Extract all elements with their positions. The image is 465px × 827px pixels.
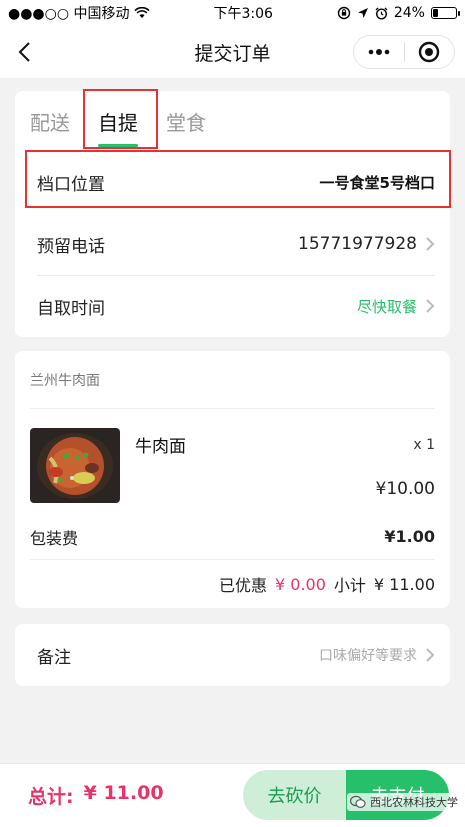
location-arrow-icon (357, 8, 368, 18)
discount-value: ¥ 0.00 (275, 574, 326, 594)
phone-row[interactable]: 预留电话 15771977928 (15, 213, 450, 275)
more-button[interactable] (354, 36, 404, 68)
battery-percent: 24% (393, 5, 425, 21)
packing-fee-label: 包装费 (30, 528, 79, 548)
total-label: 总计: (28, 786, 74, 808)
more-dots-icon (368, 49, 390, 55)
delivery-tabs: 配送 自提 堂食 (15, 91, 450, 151)
rotation-lock-icon (337, 6, 351, 20)
pickup-time-row[interactable]: 自取时间 尽快取餐 (15, 275, 450, 337)
carrier-label: ●●●○○ 中国移动 (8, 6, 130, 22)
pickup-time-value-wrap: 尽快取餐 (357, 296, 435, 317)
pickup-time-label: 自取时间 (37, 298, 105, 319)
item-image (30, 428, 120, 503)
battery-icon (430, 7, 460, 19)
page-title: 提交订单 (194, 42, 271, 65)
subtotal-value: ¥ 11.00 (373, 574, 435, 594)
item-price: ¥10.00 (375, 479, 435, 499)
watermark-text: 西北农林科技大学 (370, 796, 458, 809)
packing-fee-row: 包装费 ¥1.00 (30, 514, 435, 560)
order-card: 兰州牛肉面 牛肉面 x 1 ¥10.00 包装费 ¥1.00 已优惠 ¥ 0.0… (15, 351, 450, 608)
item-quantity: x 1 (413, 437, 435, 453)
phone-label: 预留电话 (37, 236, 105, 257)
wechat-logo-icon (350, 795, 366, 808)
chevron-right-icon (426, 648, 435, 662)
chevron-right-icon (426, 299, 435, 313)
packing-fee-price: ¥1.00 (384, 527, 435, 546)
status-left: ●●●○○ 中国移动 (8, 3, 150, 23)
phone-value: 15771977928 (298, 234, 417, 254)
tab-dine-in[interactable]: 堂食 (166, 91, 206, 151)
order-summary: 已优惠 ¥ 0.00 小计 ¥ 11.00 (30, 560, 435, 608)
alarm-icon (375, 7, 388, 20)
remark-row[interactable]: 备注 口味偏好等要求 (15, 624, 450, 686)
nav-bar: 提交订单 (0, 26, 465, 78)
pickup-time-value: 尽快取餐 (356, 297, 417, 316)
watermark: 西北农林科技大学 (347, 793, 461, 811)
discount-label: 已优惠 (219, 576, 268, 595)
shop-name: 兰州牛肉面 (30, 351, 435, 409)
wifi-icon (133, 7, 150, 18)
tab-highlight-box (83, 89, 158, 149)
tab-delivery[interactable]: 配送 (30, 91, 70, 151)
location-highlight-box (25, 150, 451, 208)
target-close-icon (419, 41, 440, 63)
delivery-card: 配送 自提 堂食 档口位置 一号食堂5号档口 预留电话 15771977928 … (15, 89, 451, 337)
chevron-right-icon (426, 237, 435, 251)
order-total: 总计: ¥ 11.00 (28, 782, 164, 809)
status-bar: ●●●○○ 中国移动 下午3:06 24% (0, 0, 465, 26)
order-item: 牛肉面 x 1 ¥10.00 (30, 409, 435, 514)
total-value: ¥ 11.00 (83, 782, 164, 804)
close-miniprogram-button[interactable] (405, 36, 455, 68)
subtotal-label: 小计 (333, 576, 366, 595)
beef-noodle-bowl-image (30, 428, 120, 503)
phone-value-wrap: 15771977928 (298, 234, 435, 254)
status-right: 24% (337, 5, 460, 21)
miniprogram-capsule (353, 35, 455, 69)
remark-label: 备注 (37, 647, 71, 668)
back-arrow-icon[interactable] (14, 40, 38, 64)
bargain-button[interactable]: 去砍价 (243, 770, 346, 820)
checkout-footer: 总计: ¥ 11.00 去砍价 去支付 西北农林科技大学 (0, 763, 465, 827)
battery-fill (432, 9, 438, 17)
status-time: 下午3:06 (213, 6, 273, 22)
item-name: 牛肉面 (135, 437, 186, 457)
remark-placeholder-wrap: 口味偏好等要求 (319, 645, 435, 665)
remark-placeholder: 口味偏好等要求 (319, 648, 417, 664)
